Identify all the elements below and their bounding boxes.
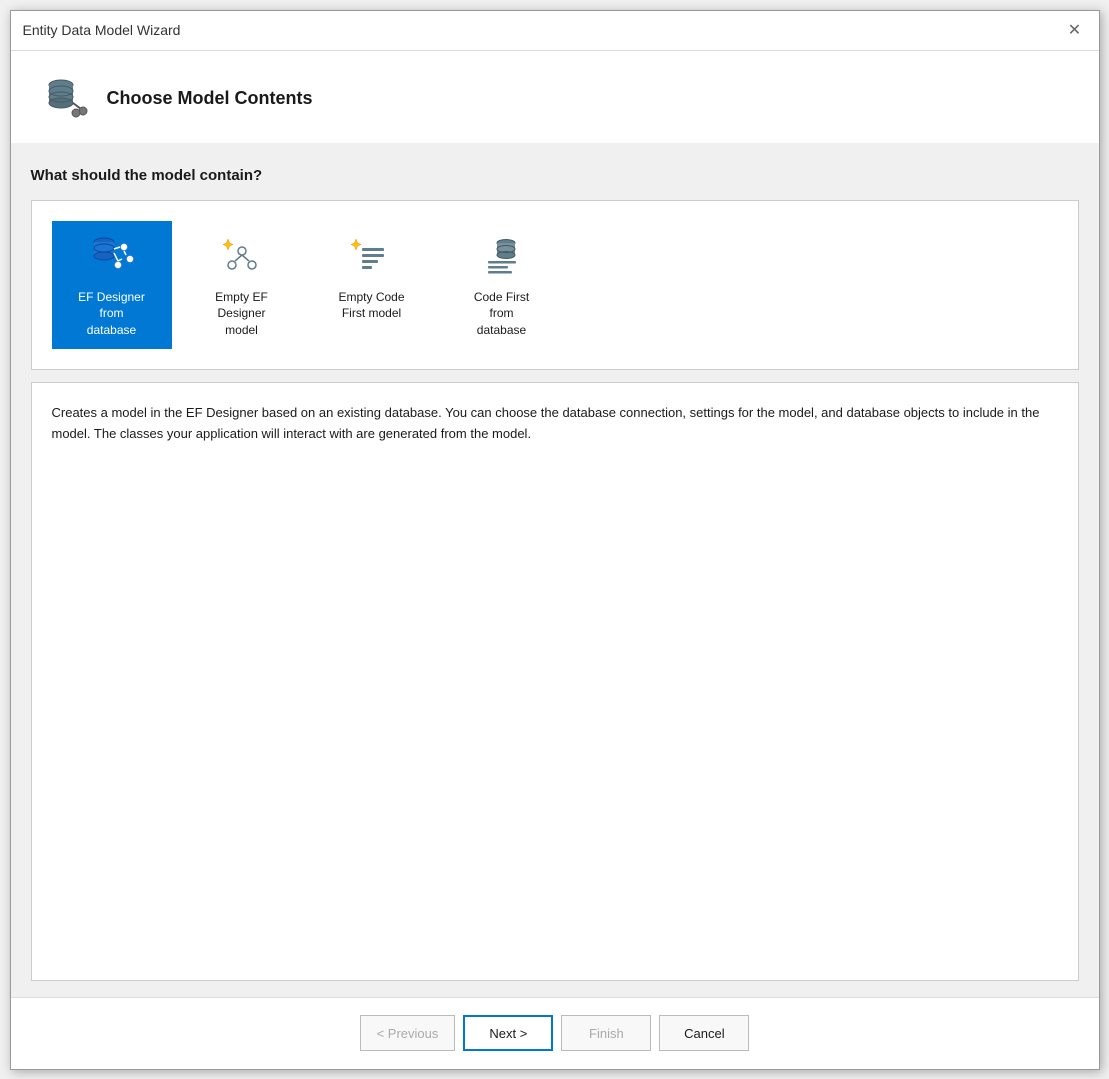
wizard-icon bbox=[43, 75, 91, 123]
code-first-icon bbox=[476, 231, 528, 283]
option-empty-ef[interactable]: Empty EFDesignermodel bbox=[182, 221, 302, 349]
content-area: What should the model contain? bbox=[11, 143, 1099, 997]
option-ef-designer[interactable]: EF Designerfromdatabase bbox=[52, 221, 172, 349]
title-bar: Entity Data Model Wizard ✕ bbox=[11, 11, 1099, 51]
empty-code-icon bbox=[346, 231, 398, 283]
ef-designer-label: EF Designerfromdatabase bbox=[78, 289, 145, 339]
page-title: Choose Model Contents bbox=[107, 88, 313, 109]
dialog-footer: < Previous Next > Finish Cancel bbox=[11, 997, 1099, 1069]
option-empty-code[interactable]: Empty CodeFirst model bbox=[312, 221, 432, 349]
previous-button[interactable]: < Previous bbox=[360, 1015, 456, 1051]
code-first-db-label: Code Firstfromdatabase bbox=[474, 289, 529, 339]
description-text: Creates a model in the EF Designer based… bbox=[52, 403, 1058, 445]
close-button[interactable]: ✕ bbox=[1063, 18, 1087, 42]
option-code-first-db[interactable]: Code Firstfromdatabase bbox=[442, 221, 562, 349]
description-box: Creates a model in the EF Designer based… bbox=[31, 382, 1079, 981]
finish-button[interactable]: Finish bbox=[561, 1015, 651, 1051]
empty-ef-icon bbox=[216, 231, 268, 283]
empty-code-label: Empty CodeFirst model bbox=[338, 289, 404, 323]
next-button[interactable]: Next > bbox=[463, 1015, 553, 1051]
dialog-title: Entity Data Model Wizard bbox=[23, 22, 181, 38]
entity-data-model-wizard: Entity Data Model Wizard ✕ Choose Model … bbox=[10, 10, 1100, 1070]
model-options-container: EF Designerfromdatabase bbox=[31, 200, 1079, 370]
ef-designer-icon bbox=[86, 231, 138, 283]
header-area: Choose Model Contents bbox=[11, 51, 1099, 143]
section-question: What should the model contain? bbox=[31, 159, 1079, 188]
cancel-button[interactable]: Cancel bbox=[659, 1015, 749, 1051]
empty-ef-label: Empty EFDesignermodel bbox=[215, 289, 268, 339]
